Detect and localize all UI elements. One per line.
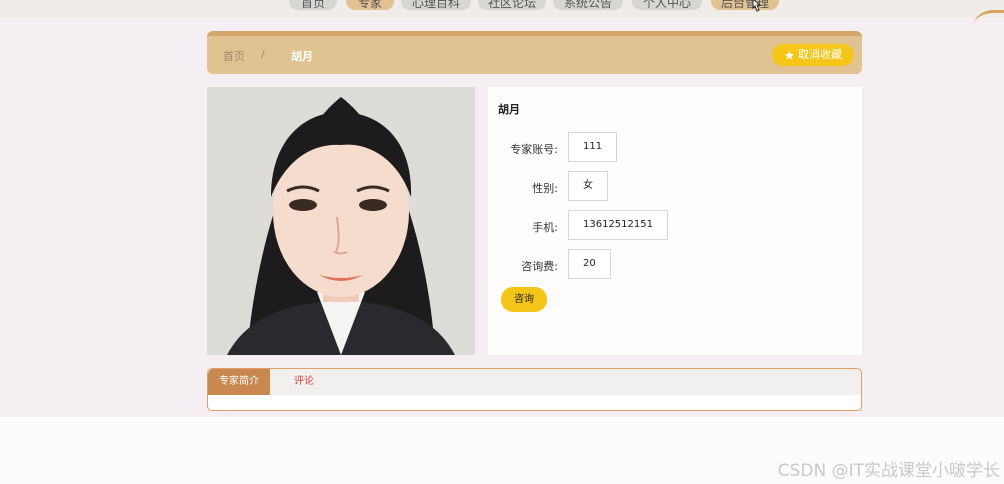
gender-value: 女: [568, 171, 608, 201]
nav-item-experts[interactable]: 专家: [346, 0, 394, 10]
star-icon: [784, 50, 795, 60]
tab-comments[interactable]: 评论: [294, 369, 314, 395]
breadcrumb-current: 胡月: [291, 50, 313, 63]
account-label: 专家账号:: [510, 143, 558, 156]
nav-item-profile[interactable]: 个人中心: [632, 0, 702, 10]
breadcrumb-separator: /: [261, 48, 265, 61]
account-value: 111: [568, 132, 618, 162]
nav-item-admin[interactable]: 后台管理: [711, 0, 779, 10]
gender-label: 性别:: [532, 182, 558, 195]
nav-item-encyclopedia[interactable]: 心理百科: [401, 0, 471, 10]
nav-item-home[interactable]: 首页: [289, 0, 337, 10]
top-nav: 首页 专家 心理百科 社区论坛 系统公告 个人中心 后台管理: [0, 0, 1004, 18]
expert-photo: [207, 87, 475, 355]
consult-button[interactable]: 咨询: [501, 287, 547, 312]
breadcrumb-home[interactable]: 首页: [223, 48, 245, 64]
fee-label: 咨询费:: [521, 260, 558, 273]
unfavorite-label: 取消收藏: [798, 48, 842, 61]
tab-intro[interactable]: 专家简介: [208, 369, 270, 395]
expert-info-panel: 胡月 专家账号: 111 性别: 女 手机: 13612512151 咨询费: …: [488, 87, 862, 355]
nav-item-announcements[interactable]: 系统公告: [553, 0, 623, 10]
fee-value: 20: [568, 249, 611, 279]
phone-value: 13612512151: [568, 210, 668, 240]
decorative-curve: [974, 10, 1004, 40]
mouse-pointer-icon: [752, 0, 762, 12]
breadcrumb: 首页 / 胡月 取消收藏: [207, 31, 862, 74]
unfavorite-button[interactable]: 取消收藏: [772, 44, 854, 66]
expert-name: 胡月: [498, 103, 520, 116]
nav-item-forum[interactable]: 社区论坛: [478, 0, 546, 10]
watermark: CSDN @IT实战课堂小啵学长: [777, 461, 1000, 481]
phone-label: 手机:: [532, 221, 558, 234]
detail-tabs: 专家简介 评论: [207, 368, 862, 411]
